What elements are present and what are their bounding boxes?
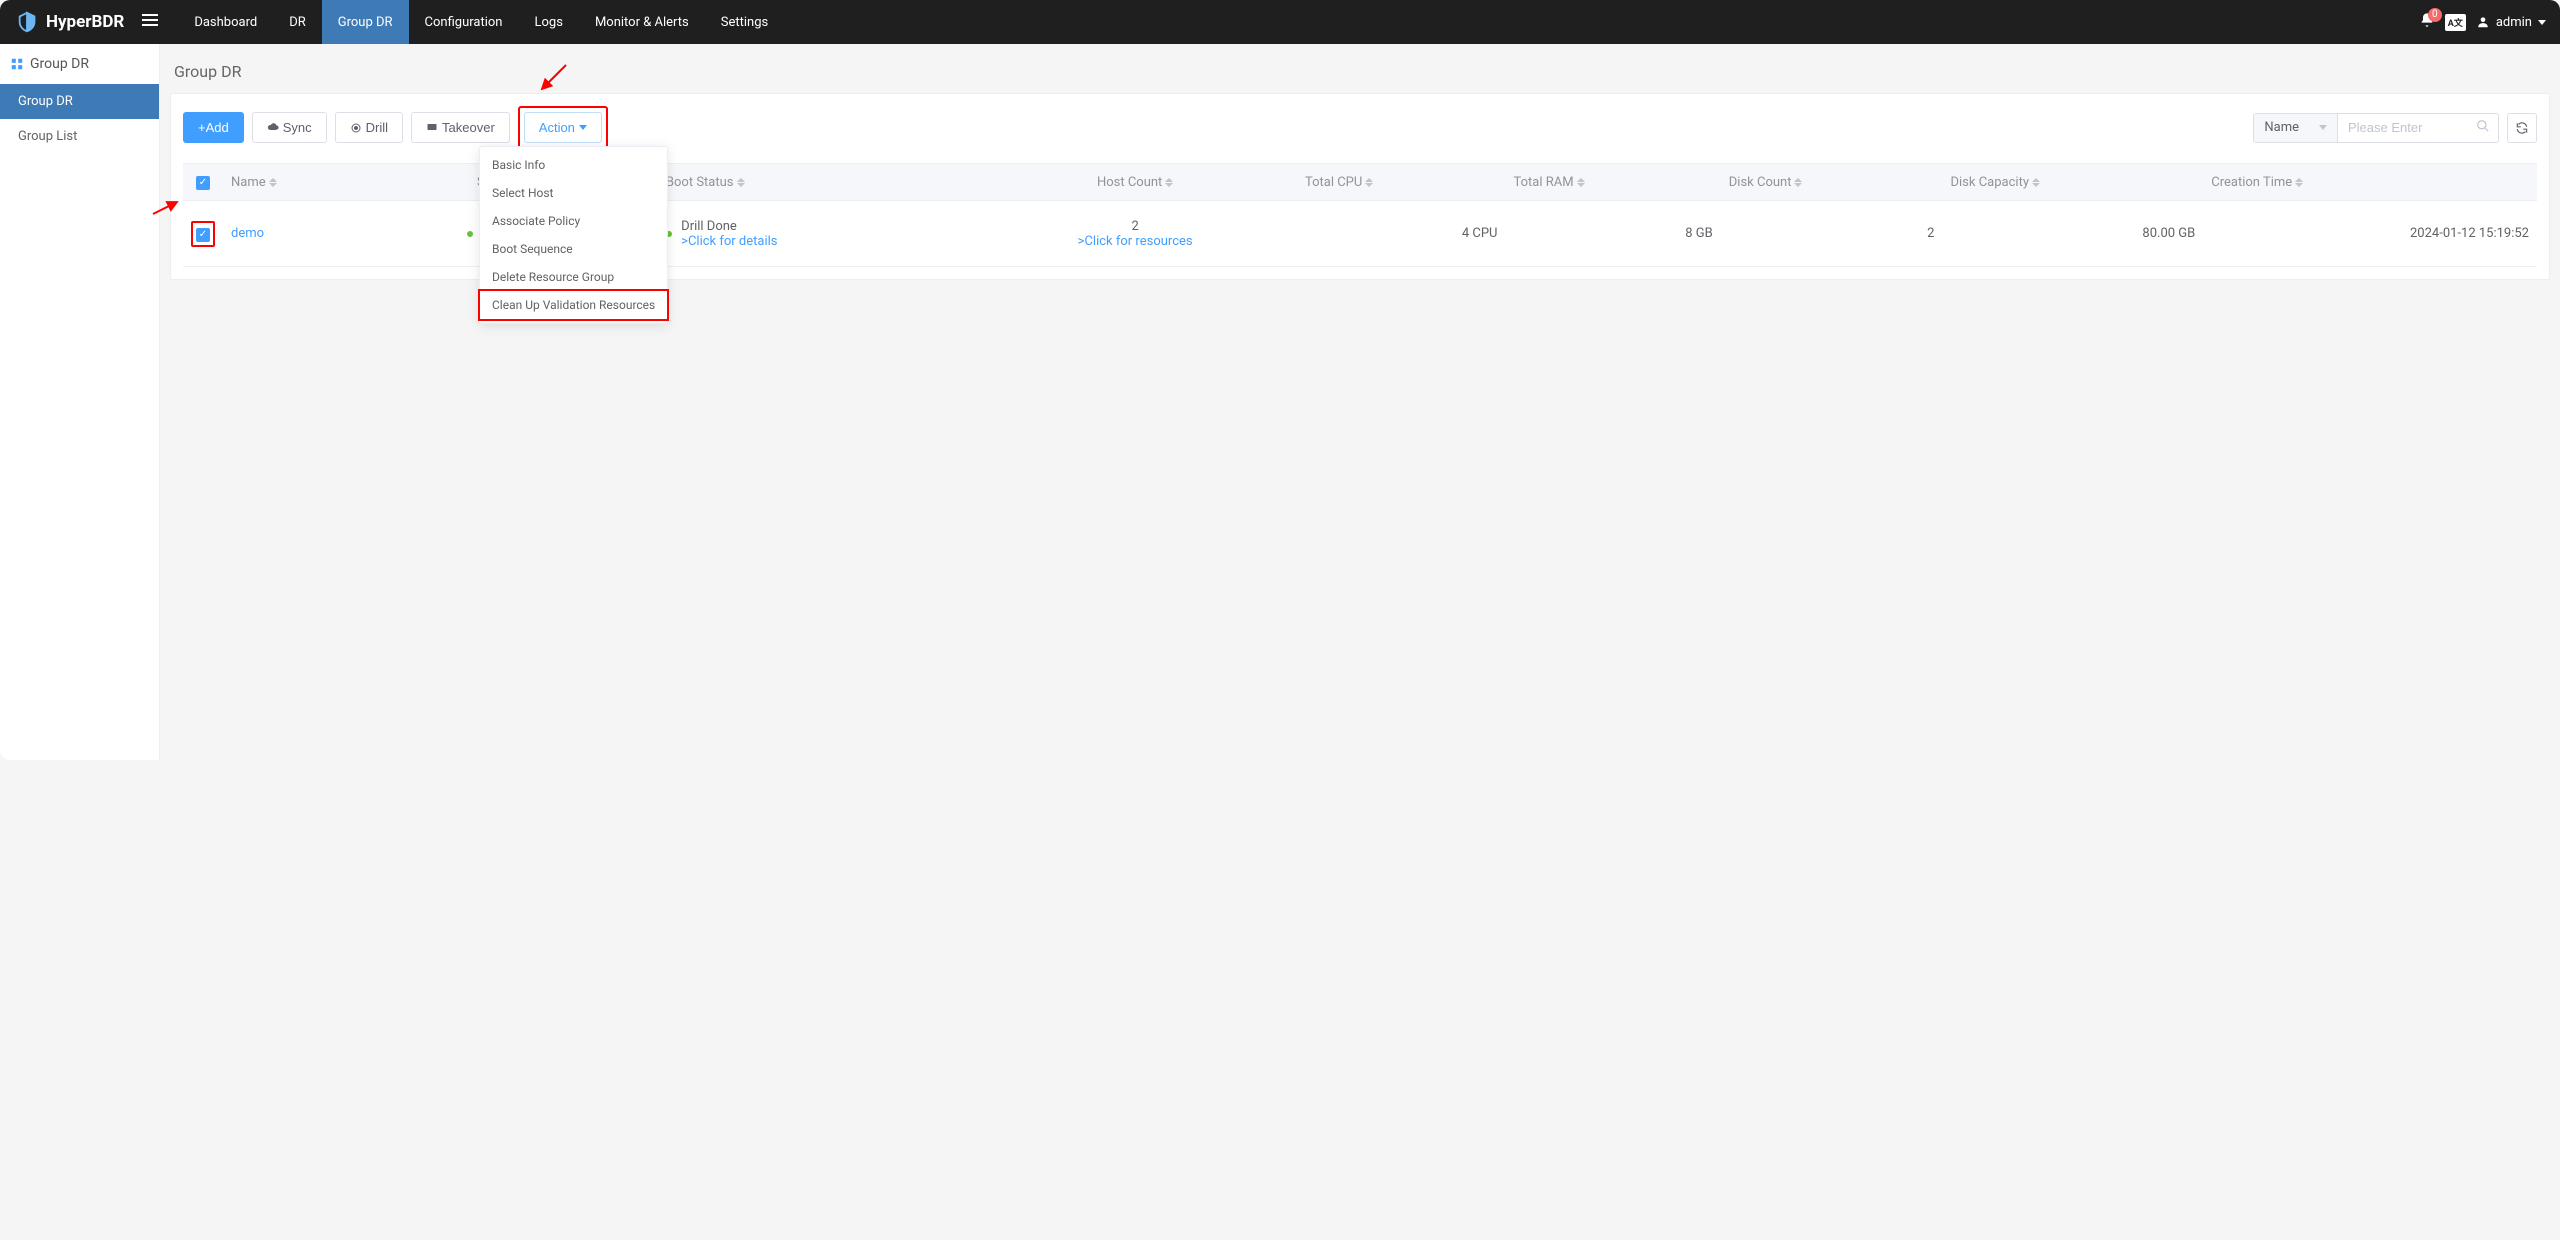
user-menu[interactable]: admin	[2476, 15, 2546, 30]
col-disk-capacity[interactable]: Disk Capacity	[1942, 164, 2203, 201]
brand-text: HyperBDR	[46, 12, 124, 32]
sidebar-item-group-list[interactable]: Group List	[0, 119, 159, 154]
menu-associate-policy[interactable]: Associate Policy	[480, 207, 667, 235]
col-host-count[interactable]: Host Count	[973, 164, 1297, 201]
disk-count-text: 2	[1721, 201, 1943, 267]
toolbar: +Add Sync Drill Takeover	[183, 106, 2537, 149]
nav-dashboard[interactable]: Dashboard	[178, 0, 273, 44]
sidebar-header: Group DR	[0, 44, 159, 84]
total-ram-text: 8 GB	[1505, 201, 1720, 267]
menu-clean-up-validation[interactable]: Clean Up Validation Resources	[478, 289, 669, 321]
row-checkbox[interactable]	[196, 228, 210, 242]
nav-group-dr[interactable]: Group DR	[322, 0, 409, 44]
annotation-highlight: Action	[518, 106, 608, 149]
host-resources-link[interactable]: >Click for resources	[1078, 234, 1193, 249]
menu-basic-info[interactable]: Basic Info	[480, 151, 667, 179]
cloud-icon	[267, 122, 279, 134]
boot-status-text: Drill Done	[681, 219, 737, 234]
user-name: admin	[2496, 15, 2532, 30]
col-checkbox	[183, 164, 223, 201]
col-disk-count[interactable]: Disk Count	[1721, 164, 1943, 201]
disk-capacity-text: 80.00 GB	[1942, 201, 2203, 267]
chevron-down-icon	[2538, 20, 2546, 25]
sidebar: Group DR Group DR Group List	[0, 44, 160, 760]
top-nav: HyperBDR Dashboard DR Group DR Configura…	[0, 0, 2560, 44]
menu-delete-group[interactable]: Delete Resource Group	[480, 263, 667, 291]
search-input[interactable]	[2338, 114, 2468, 142]
hamburger-icon[interactable]	[142, 14, 158, 30]
lang-switch[interactable]: A文	[2445, 14, 2466, 31]
content-card: +Add Sync Drill Takeover	[170, 93, 2550, 280]
host-count-text: 2	[1131, 219, 1138, 234]
col-boot-status[interactable]: Boot Status	[658, 164, 973, 201]
menu-select-host[interactable]: Select Host	[480, 179, 667, 207]
nav-logs[interactable]: Logs	[519, 0, 579, 44]
boot-details-link[interactable]: >Click for details	[681, 234, 777, 249]
takeover-button[interactable]: Takeover	[411, 112, 510, 143]
add-button[interactable]: +Add	[183, 112, 244, 143]
user-icon	[2476, 15, 2490, 29]
menu-boot-sequence[interactable]: Boot Sequence	[480, 235, 667, 263]
alerts-button[interactable]: 0	[2419, 12, 2435, 32]
page-title: Group DR	[174, 62, 2550, 81]
refresh-button[interactable]	[2507, 113, 2537, 143]
nav-settings[interactable]: Settings	[705, 0, 784, 44]
search-field-select[interactable]: Name	[2254, 114, 2338, 142]
chevron-down-icon	[2319, 125, 2327, 130]
nav-monitor-alerts[interactable]: Monitor & Alerts	[579, 0, 705, 44]
select-all-checkbox[interactable]	[196, 176, 210, 190]
col-total-ram[interactable]: Total RAM	[1505, 164, 1720, 201]
annotation-highlight	[191, 221, 215, 247]
col-total-cpu[interactable]: Total CPU	[1297, 164, 1506, 201]
nav-configuration[interactable]: Configuration	[409, 0, 519, 44]
drill-button[interactable]: Drill	[335, 112, 403, 143]
logo: HyperBDR	[16, 11, 124, 33]
row-name-link[interactable]: demo	[231, 226, 264, 241]
chevron-down-icon	[579, 125, 587, 130]
sidebar-item-group-dr[interactable]: Group DR	[0, 84, 159, 119]
search-icon[interactable]	[2468, 119, 2498, 137]
col-name[interactable]: Name	[223, 164, 375, 201]
grid-icon	[10, 57, 24, 71]
search-group: Name	[2253, 113, 2499, 143]
nav-dr[interactable]: DR	[273, 0, 322, 44]
col-creation-time[interactable]: Creation Time	[2203, 164, 2537, 201]
sync-button[interactable]: Sync	[252, 112, 327, 143]
alerts-badge: 0	[2428, 8, 2442, 22]
status-dot-icon	[467, 231, 473, 237]
main: Group DR +Add Sync Drill Takeover	[160, 44, 2560, 760]
creation-time-text: 2024-01-12 15:19:52	[2203, 201, 2537, 267]
action-button[interactable]: Action	[524, 112, 602, 143]
total-cpu-text: 4 CPU	[1297, 201, 1506, 267]
target-icon	[350, 122, 362, 134]
refresh-icon	[2515, 121, 2529, 135]
action-dropdown: Basic Info Select Host Associate Policy …	[479, 146, 668, 324]
nav-tabs: Dashboard DR Group DR Configuration Logs…	[178, 0, 784, 44]
monitor-icon	[426, 122, 438, 134]
shield-icon	[16, 11, 38, 33]
